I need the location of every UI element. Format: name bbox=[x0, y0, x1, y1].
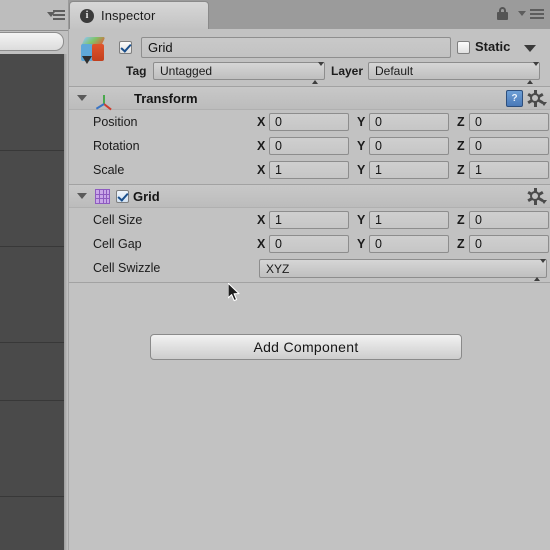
property-row-cell-size: Cell Size X 1 Y 1 Z 0 bbox=[69, 208, 550, 232]
gear-icon[interactable] bbox=[526, 89, 547, 107]
layer-dropdown[interactable]: Default bbox=[368, 62, 540, 84]
inspector-menu-icon[interactable] bbox=[518, 9, 544, 20]
rotation-z-input[interactable]: 0 bbox=[469, 137, 549, 155]
property-row-scale: Scale X 1 Y 1 Z 1 bbox=[69, 158, 550, 184]
tab-inspector[interactable]: i Inspector bbox=[69, 1, 209, 29]
position-x-input[interactable]: 0 bbox=[269, 113, 349, 131]
property-row-rotation: Rotation X 0 Y 0 Z 0 bbox=[69, 134, 550, 158]
property-label: Rotation bbox=[93, 139, 140, 153]
transform-axis-icon bbox=[95, 90, 112, 111]
chevron-updown-icon bbox=[312, 62, 324, 84]
scale-y-input[interactable]: 1 bbox=[369, 161, 449, 179]
static-label: Static bbox=[475, 39, 511, 54]
hierarchy-toolbar bbox=[0, 0, 68, 31]
axis-label-x: X bbox=[257, 139, 266, 153]
chevron-updown-icon bbox=[534, 259, 546, 281]
tag-dropdown-value: Untagged bbox=[160, 64, 213, 78]
cell-size-x-input[interactable]: 1 bbox=[269, 211, 349, 229]
axis-label-x: X bbox=[257, 237, 266, 251]
gameobject-header: Grid Static Tag Untagged Layer Default bbox=[69, 29, 550, 87]
cell-swizzle-value: XYZ bbox=[266, 261, 290, 276]
rotation-y-input[interactable]: 0 bbox=[369, 137, 449, 155]
gear-icon[interactable] bbox=[526, 187, 547, 205]
axis-label-z: Z bbox=[457, 115, 465, 129]
static-dropdown-icon[interactable] bbox=[524, 45, 536, 52]
static-checkbox[interactable] bbox=[457, 41, 470, 54]
position-z-input[interactable]: 0 bbox=[469, 113, 549, 131]
mouse-pointer-icon bbox=[228, 283, 240, 302]
cell-gap-y-input[interactable]: 0 bbox=[369, 235, 449, 253]
tag-dropdown[interactable]: Untagged bbox=[153, 62, 325, 84]
axis-label-y: Y bbox=[357, 163, 366, 177]
inspector-tabstrip: i Inspector bbox=[68, 0, 550, 30]
axis-label-z: Z bbox=[457, 139, 465, 153]
scale-z-input[interactable]: 1 bbox=[469, 161, 549, 179]
layer-dropdown-value: Default bbox=[375, 64, 414, 78]
hierarchy-panel-sliver bbox=[0, 0, 68, 550]
foldout-arrow-icon[interactable] bbox=[77, 193, 87, 199]
grid-enabled-checkbox[interactable] bbox=[116, 189, 129, 203]
axis-label-x: X bbox=[257, 163, 266, 177]
add-component-button[interactable]: Add Component bbox=[150, 334, 462, 360]
property-row-cell-gap: Cell Gap X 0 Y 0 Z 0 bbox=[69, 232, 550, 256]
property-label: Cell Size bbox=[93, 213, 143, 227]
cell-gap-x-input[interactable]: 0 bbox=[269, 235, 349, 253]
gameobject-name-input[interactable]: Grid bbox=[141, 37, 451, 58]
component-transform: Transform ? Position X 0 Y 0 Z 0 Rotatio… bbox=[69, 87, 550, 185]
axis-label-y: Y bbox=[357, 115, 366, 129]
inspector-window: i Inspector Grid Static Tag Untagged Lay… bbox=[68, 0, 550, 550]
scale-x-input[interactable]: 1 bbox=[269, 161, 349, 179]
grid-component-icon bbox=[95, 188, 110, 204]
axis-label-x: X bbox=[257, 213, 266, 227]
foldout-arrow-icon[interactable] bbox=[77, 95, 87, 101]
property-label: Cell Gap bbox=[93, 237, 142, 251]
lock-icon[interactable] bbox=[497, 7, 508, 20]
position-y-input[interactable]: 0 bbox=[369, 113, 449, 131]
component-grid: Grid Cell Size X 1 Y 1 Z 0 Cell Gap X 0 … bbox=[69, 185, 550, 283]
axis-label-y: Y bbox=[357, 237, 366, 251]
axis-label-y: Y bbox=[357, 139, 366, 153]
layer-label: Layer bbox=[331, 64, 364, 78]
tag-label: Tag bbox=[126, 64, 147, 78]
chevron-updown-icon bbox=[527, 62, 539, 84]
component-transform-title: Transform bbox=[134, 90, 198, 106]
info-circle-icon: i bbox=[80, 8, 94, 23]
component-grid-title: Grid bbox=[133, 188, 160, 204]
cell-size-z-input[interactable]: 0 bbox=[469, 211, 549, 229]
inspector-body: Grid Static Tag Untagged Layer Default T… bbox=[68, 29, 550, 550]
hamburger-menu-icon[interactable] bbox=[47, 10, 65, 21]
unity-editor-window: i Inspector Grid Static Tag Untagged Lay… bbox=[0, 0, 550, 550]
axis-label-x: X bbox=[257, 115, 266, 129]
prefab-cube-icon[interactable] bbox=[79, 35, 109, 65]
axis-label-y: Y bbox=[357, 213, 366, 227]
cell-swizzle-dropdown[interactable]: XYZ bbox=[259, 259, 547, 281]
rotation-x-input[interactable]: 0 bbox=[269, 137, 349, 155]
property-label: Position bbox=[93, 115, 138, 129]
cell-gap-z-input[interactable]: 0 bbox=[469, 235, 549, 253]
cell-size-y-input[interactable]: 1 bbox=[369, 211, 449, 229]
hierarchy-list[interactable] bbox=[0, 54, 64, 550]
axis-label-z: Z bbox=[457, 213, 465, 227]
help-glyph: ? bbox=[511, 93, 518, 104]
gameobject-enabled-checkbox[interactable] bbox=[119, 41, 132, 54]
property-row-position: Position X 0 Y 0 Z 0 bbox=[69, 110, 550, 134]
tab-inspector-label: Inspector bbox=[101, 8, 156, 23]
hierarchy-search-input[interactable] bbox=[0, 32, 64, 51]
axis-label-z: Z bbox=[457, 163, 465, 177]
property-row-cell-swizzle: Cell Swizzle XYZ bbox=[69, 256, 550, 282]
help-book-icon[interactable]: ? bbox=[506, 90, 523, 107]
component-grid-header[interactable]: Grid bbox=[69, 185, 550, 208]
property-label: Cell Swizzle bbox=[93, 261, 161, 275]
axis-label-z: Z bbox=[457, 237, 465, 251]
component-transform-header[interactable]: Transform ? bbox=[69, 87, 550, 111]
property-label: Scale bbox=[93, 163, 125, 177]
